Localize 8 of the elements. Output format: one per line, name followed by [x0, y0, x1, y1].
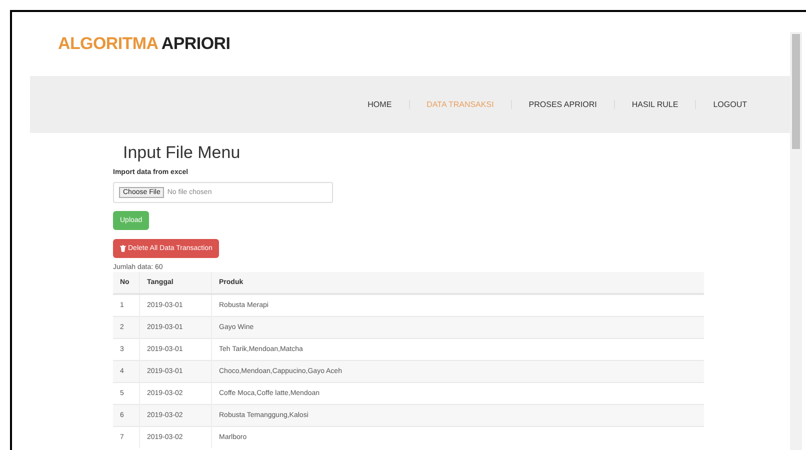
site-logo[interactable]: ALGORITMA APRIORI: [58, 34, 230, 54]
nav-link[interactable]: HASIL RULE: [614, 100, 696, 109]
nav-link[interactable]: PROSES APRIORI: [510, 100, 614, 109]
page-title: Input File Menu: [123, 143, 242, 164]
nav-link[interactable]: LOGOUT: [695, 100, 764, 109]
scrollbar[interactable]: [790, 32, 802, 450]
trash-icon: [120, 245, 126, 252]
nav-link[interactable]: HOME: [350, 100, 409, 109]
